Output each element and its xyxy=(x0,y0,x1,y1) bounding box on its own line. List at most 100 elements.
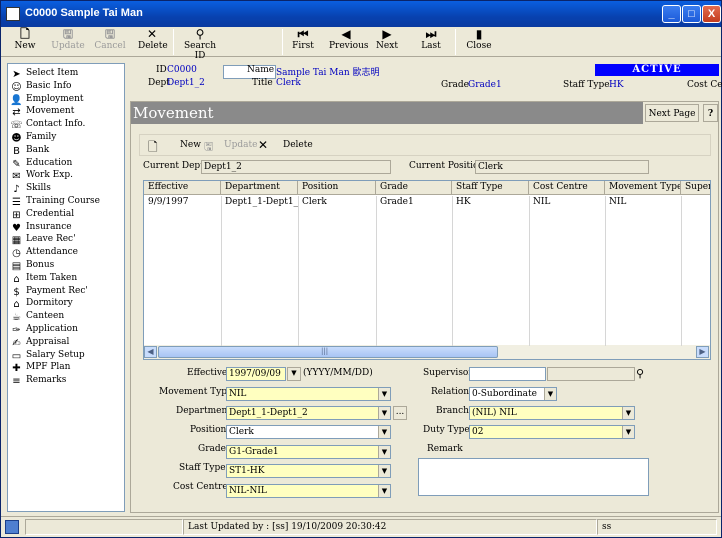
sidebar-item-appraisal[interactable]: ✍ Appraisal xyxy=(10,337,69,349)
sidebar-item-attendance[interactable]: ◷ Attendance xyxy=(10,247,78,259)
column-header[interactable]: Movement Type xyxy=(605,181,681,195)
sidebar-item-employment[interactable]: 👤 Employment xyxy=(10,94,83,106)
delete-icon: ✕ xyxy=(258,138,269,152)
column-header[interactable]: Effective xyxy=(144,181,221,195)
search-button[interactable]: ⚲ Search ID xyxy=(179,28,221,62)
title-label: Title xyxy=(252,78,273,88)
sub-delete-button[interactable]: Delete xyxy=(283,140,313,150)
help-button[interactable]: ? xyxy=(703,104,718,122)
binoculars-icon[interactable]: ⚲ xyxy=(636,367,644,380)
update-button[interactable]: 🖫 Update xyxy=(51,28,85,52)
sidebar-item-training[interactable]: ☰ Training Course xyxy=(10,196,100,208)
horizontal-scrollbar[interactable]: ◀ ||| ▶ xyxy=(144,345,710,359)
sidebar-item-canteen[interactable]: ☕ Canteen xyxy=(10,311,64,323)
department-select[interactable]: Dept1_1-Dept1_2 ▼ xyxy=(226,406,391,420)
next-page-button[interactable]: Next Page xyxy=(645,104,699,122)
table-cell[interactable]: NIL xyxy=(529,196,605,208)
next-icon: ▶ xyxy=(382,27,392,41)
application-icon: ✑ xyxy=(12,325,21,336)
first-button[interactable]: ⏮ First xyxy=(291,28,315,52)
table-cell[interactable]: Clerk xyxy=(298,196,376,208)
sidebar-item-label: Remarks xyxy=(26,375,67,386)
scroll-thumb[interactable]: ||| xyxy=(158,346,498,358)
sidebar-item-basic-info[interactable]: ☺ Basic Info xyxy=(10,81,71,93)
column-header[interactable]: Super xyxy=(681,181,710,195)
sidebar-item-insurance[interactable]: ♥ Insurance xyxy=(10,222,72,234)
grid-line xyxy=(298,196,299,346)
duty-type-select[interactable]: 02 ▼ xyxy=(469,425,635,439)
table-cell[interactable]: Grade1 xyxy=(376,196,452,208)
chevron-down-icon: ▼ xyxy=(622,426,634,438)
sidebar-item-credential[interactable]: ⊞ Credential xyxy=(10,209,74,221)
table-cell[interactable] xyxy=(681,196,710,208)
column-header[interactable]: Staff Type xyxy=(452,181,529,195)
close-record-button[interactable]: ▮ Close xyxy=(465,27,493,52)
movement-table[interactable]: ◀ ||| ▶ Effective Department Position Grade… xyxy=(143,180,711,360)
maximize-button[interactable]: □ xyxy=(682,5,701,23)
status-badge: ACTIVE xyxy=(595,64,719,76)
exit-door-icon: ▮ xyxy=(475,27,483,41)
sidebar-item-leave[interactable]: ▦ Leave Rec' xyxy=(10,234,76,246)
minimize-button[interactable]: _ xyxy=(662,5,681,23)
column-header[interactable]: Department xyxy=(221,181,298,195)
column-header[interactable]: Cost Centre xyxy=(529,181,605,195)
sidebar-item-mpf[interactable]: ✚ MPF Plan xyxy=(10,362,70,374)
scroll-left-button[interactable]: ◀ xyxy=(144,346,157,358)
table-cell[interactable]: Dept1_1-Dept1_2 xyxy=(221,196,298,208)
sidebar-item-movement[interactable]: ⇄ Movement xyxy=(10,106,74,118)
sidebar-item-item-taken[interactable]: ⌂ Item Taken xyxy=(10,273,77,285)
window-title: C0000 Sample Tai Man xyxy=(25,7,143,19)
supervisor-input[interactable] xyxy=(469,367,546,381)
movement-type-select[interactable]: NIL ▼ xyxy=(226,387,391,401)
remark-label: Remark xyxy=(427,444,463,454)
sidebar-item-contact[interactable]: ☏ Contact Info. xyxy=(10,119,85,131)
grade-select[interactable]: G1-Grade1 ▼ xyxy=(226,445,391,459)
branch-select[interactable]: (NIL) NIL ▼ xyxy=(469,406,635,420)
table-cell[interactable]: 9/9/1997 xyxy=(144,196,221,208)
staff-type-select[interactable]: ST1-HK ▼ xyxy=(226,464,391,478)
previous-button[interactable]: ◀ Previous xyxy=(329,27,368,52)
relation-label: Relation xyxy=(431,387,470,397)
sidebar-item-dormitory[interactable]: ⌂ Dormitory xyxy=(10,298,72,310)
previous-icon: ◀ xyxy=(341,27,351,41)
sidebar-item-label: Training Course xyxy=(26,196,100,206)
sidebar-item-education[interactable]: ✎ Education xyxy=(10,158,72,170)
sub-new-button[interactable]: New xyxy=(180,140,201,150)
id-value: C0000 xyxy=(167,65,197,75)
title-bar: C0000 Sample Tai Man _ □ X xyxy=(1,1,721,27)
sidebar-item-family[interactable]: ☻ Family xyxy=(10,132,56,144)
table-cell[interactable]: NIL xyxy=(605,196,681,208)
delete-button[interactable]: ✕ Delete xyxy=(138,28,168,52)
relation-select[interactable]: 0-Subordinate ▼ xyxy=(469,387,557,401)
dept-value: Dept1_2 xyxy=(167,78,205,88)
new-button[interactable]: 🗋 New xyxy=(13,28,37,52)
scroll-right-button[interactable]: ▶ xyxy=(696,346,709,358)
cost-centre-select[interactable]: NIL-NIL ▼ xyxy=(226,484,391,498)
table-cell[interactable]: HK xyxy=(452,196,529,208)
date-dropdown-button[interactable]: ▼ xyxy=(287,367,301,381)
bank-icon: B xyxy=(13,145,20,157)
sidebar-item-label: MPF Plan xyxy=(26,362,71,373)
sub-update-button[interactable]: Update xyxy=(224,140,257,150)
column-header[interactable]: Position xyxy=(298,181,376,195)
position-select[interactable]: Clerk ▼ xyxy=(226,425,391,439)
column-header[interactable]: Grade xyxy=(376,181,452,195)
remark-textarea[interactable] xyxy=(418,458,649,496)
sidebar-item-bonus[interactable]: ▤ Bonus xyxy=(10,260,54,272)
sidebar-item-work-exp[interactable]: ✉ Work Exp. xyxy=(10,170,73,182)
effective-input[interactable]: 1997/09/09 xyxy=(226,367,286,381)
last-button[interactable]: ⏭ Last xyxy=(419,28,443,52)
grade-label: Grade xyxy=(441,80,469,90)
remarks-icon: ≡ xyxy=(12,376,21,388)
sidebar-item-application[interactable]: ✑ Application xyxy=(10,324,78,336)
sidebar-item-bank[interactable]: B Bank xyxy=(10,145,49,157)
close-button[interactable]: X xyxy=(702,5,721,23)
sidebar-item-payment[interactable]: $ Payment Rec' xyxy=(10,286,88,298)
sidebar-item-arrow[interactable]: ➤ Select Item xyxy=(10,68,78,80)
cancel-button[interactable]: 🖫 Cancel xyxy=(93,28,127,52)
sidebar-item-salary[interactable]: ▭ Salary Setup xyxy=(10,350,85,362)
sidebar-item-skills[interactable]: ♪ Skills xyxy=(10,183,51,195)
next-button[interactable]: ▶ Next xyxy=(375,27,399,52)
sidebar-item-remarks[interactable]: ≡ Remarks xyxy=(10,375,66,387)
department-lookup-button[interactable]: ... xyxy=(393,406,407,420)
